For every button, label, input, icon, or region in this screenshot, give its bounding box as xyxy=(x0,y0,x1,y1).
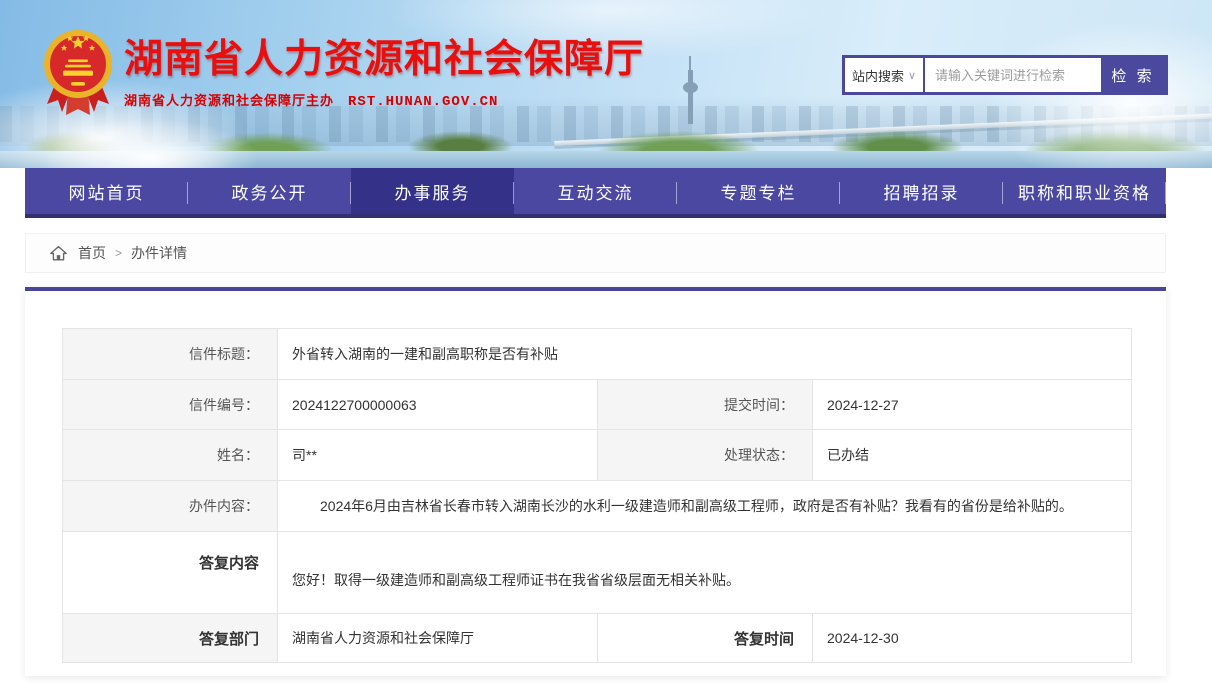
status-badge: 已办结 xyxy=(813,430,1132,481)
site-subtitle: 湖南省人力资源和社会保障厅主办 RST.HUNAN.GOV.CN xyxy=(124,90,644,110)
breadcrumb-home-link[interactable]: 首页 xyxy=(78,243,106,263)
nav-item-services[interactable]: 办事服务 xyxy=(351,168,514,214)
status-label: 处理状态： xyxy=(598,430,813,481)
search-input[interactable] xyxy=(925,58,1101,92)
national-emblem-logo xyxy=(42,26,114,125)
nav-item-recruitment[interactable]: 招聘招录 xyxy=(840,168,1003,214)
nav-item-interaction[interactable]: 互动交流 xyxy=(514,168,677,214)
letter-title-label: 信件标题： xyxy=(63,329,278,380)
content-label: 办件内容： xyxy=(63,481,278,532)
nav-item-home[interactable]: 网站首页 xyxy=(25,168,188,214)
table-row: 信件编号： 2024122700000063 提交时间： 2024-12-27 xyxy=(63,380,1132,430)
site-domain-text: RST.HUNAN.GOV.CN xyxy=(348,94,498,110)
detail-panel: 信件标题： 外省转入湖南的一建和副高职称是否有补贴 信件编号： 20241227… xyxy=(25,287,1166,676)
site-sponsor-text: 湖南省人力资源和社会保障厅主办 xyxy=(124,93,334,108)
table-row: 信件标题： 外省转入湖南的一建和副高职称是否有补贴 xyxy=(63,329,1132,380)
breadcrumb-current: 办件详情 xyxy=(131,243,187,263)
reply-content-label: 答复内容 xyxy=(63,532,278,614)
submit-time-value: 2024-12-27 xyxy=(813,380,1132,430)
table-row: 答复内容 您好！取得一级建造师和副高级工程师证书在我省省级层面无相关补贴。 xyxy=(63,532,1132,614)
letter-title-value: 外省转入湖南的一建和副高职称是否有补贴 xyxy=(278,329,1132,380)
name-label: 姓名： xyxy=(63,430,278,481)
nav-item-titles-qualifications[interactable]: 职称和职业资格 xyxy=(1003,168,1166,214)
search-scope-label: 站内搜索 xyxy=(852,66,904,85)
reply-time-value: 2024-12-30 xyxy=(813,614,1132,663)
breadcrumb: 首页 > 办件详情 xyxy=(25,233,1166,273)
search-button[interactable]: 检 索 xyxy=(1101,58,1165,92)
site-identity: 湖南省人力资源和社会保障厅 湖南省人力资源和社会保障厅主办 RST.HUNAN.G… xyxy=(124,38,644,110)
reply-dept-value: 湖南省人力资源和社会保障厅 xyxy=(278,614,598,663)
table-row: 办件内容： 2024年6月由吉林省长春市转入湖南长沙的水利一级建造师和副高级工程… xyxy=(63,481,1132,532)
main-nav: 网站首页 政务公开 办事服务 互动交流 专题专栏 招聘招录 职称和职业资格 xyxy=(25,168,1166,218)
search-scope-select[interactable]: 站内搜索 ∨ xyxy=(845,58,923,92)
name-value: 司** xyxy=(278,430,598,481)
content-value: 2024年6月由吉林省长春市转入湖南长沙的水利一级建造师和副高级工程师，政府是否… xyxy=(278,481,1132,532)
site-banner: 湖南省人力资源和社会保障厅 湖南省人力资源和社会保障厅主办 RST.HUNAN.G… xyxy=(0,0,1212,168)
breadcrumb-separator: > xyxy=(115,246,122,260)
letter-number-label: 信件编号： xyxy=(63,380,278,430)
tv-tower xyxy=(688,70,693,124)
letter-number-value: 2024122700000063 xyxy=(278,380,598,430)
nav-item-special-topics[interactable]: 专题专栏 xyxy=(677,168,840,214)
submit-time-label: 提交时间： xyxy=(598,380,813,430)
reply-time-label: 答复时间 xyxy=(598,614,813,663)
reply-content-value: 您好！取得一级建造师和副高级工程师证书在我省省级层面无相关补贴。 xyxy=(278,532,1132,614)
table-row: 姓名： 司** 处理状态： 已办结 xyxy=(63,430,1132,481)
detail-table: 信件标题： 外省转入湖南的一建和副高职称是否有补贴 信件编号： 20241227… xyxy=(62,328,1132,663)
table-row: 答复部门 湖南省人力资源和社会保障厅 答复时间 2024-12-30 xyxy=(63,614,1132,663)
home-icon xyxy=(50,245,67,261)
cloud-decoration xyxy=(40,118,260,168)
site-search-bar: 站内搜索 ∨ 检 索 xyxy=(842,55,1168,95)
chevron-down-icon: ∨ xyxy=(908,69,916,82)
reply-dept-label: 答复部门 xyxy=(63,614,278,663)
nav-item-gov-info[interactable]: 政务公开 xyxy=(188,168,351,214)
site-title: 湖南省人力资源和社会保障厅 xyxy=(124,38,644,83)
